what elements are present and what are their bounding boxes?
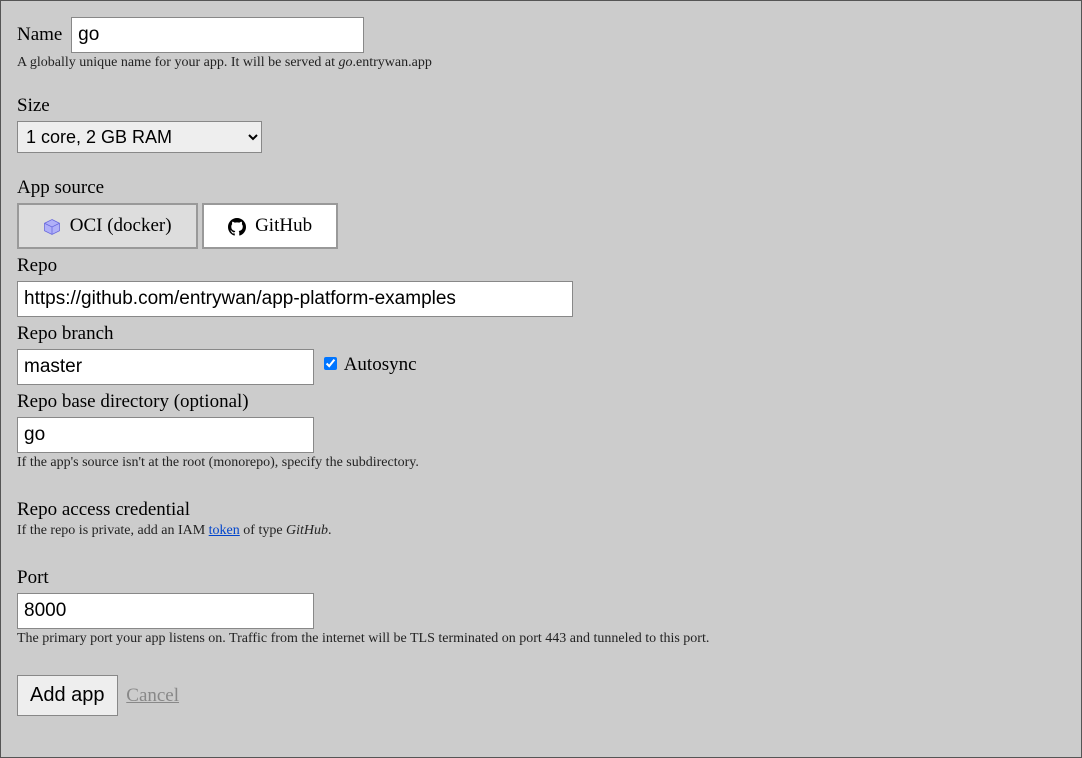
port-input[interactable] [17, 593, 314, 629]
source-oci-button[interactable]: OCI (docker) [17, 203, 198, 249]
port-section: Port The primary port your app listens o… [17, 567, 1065, 647]
basedir-help: If the app's source isn't at the root (m… [17, 455, 1065, 471]
name-help-domain: go [339, 55, 353, 70]
name-section: Name A globally unique name for your app… [17, 17, 1065, 71]
autosync-label: Autosync [344, 354, 417, 375]
actions-section: Add app Cancel [17, 675, 1065, 716]
source-github-label: GitHub [255, 215, 312, 236]
size-label: Size [17, 95, 1065, 117]
autosync-checkbox[interactable] [324, 357, 337, 370]
repo-input[interactable] [17, 281, 573, 317]
credential-help: If the repo is private, add an IAM token… [17, 523, 1065, 539]
port-help: The primary port your app listens on. Tr… [17, 631, 1065, 647]
credential-help-type: GitHub [286, 523, 328, 538]
cancel-link[interactable]: Cancel [126, 685, 179, 706]
source-github-button[interactable]: GitHub [202, 203, 338, 249]
repo-section: Repo [17, 255, 1065, 317]
basedir-input[interactable] [17, 417, 314, 453]
credential-help-suffix: . [328, 523, 332, 538]
source-oci-label: OCI (docker) [70, 215, 172, 236]
name-help-suffix: .entrywan.app [353, 55, 432, 70]
add-app-button[interactable]: Add app [17, 675, 118, 716]
name-label: Name [17, 24, 62, 45]
port-label: Port [17, 567, 1065, 589]
cube-icon [43, 218, 61, 236]
size-section: Size 1 core, 2 GB RAM [17, 95, 1065, 153]
branch-input[interactable] [17, 349, 314, 385]
basedir-label: Repo base directory (optional) [17, 391, 1065, 413]
credential-section: Repo access credential If the repo is pr… [17, 499, 1065, 539]
source-section: App source OCI (docker) GitHub [17, 177, 1065, 249]
branch-section: Repo branch Autosync [17, 323, 1065, 385]
github-icon [228, 218, 246, 236]
name-input[interactable] [71, 17, 364, 53]
credential-help-prefix: If the repo is private, add an IAM [17, 523, 209, 538]
branch-label: Repo branch [17, 323, 1065, 345]
name-help-prefix: A globally unique name for your app. It … [17, 55, 339, 70]
credential-help-mid: of type [240, 523, 286, 538]
repo-label: Repo [17, 255, 1065, 277]
credential-label: Repo access credential [17, 499, 1065, 521]
basedir-section: Repo base directory (optional) If the ap… [17, 391, 1065, 471]
token-link[interactable]: token [209, 523, 240, 538]
source-label: App source [17, 177, 1065, 199]
name-help: A globally unique name for your app. It … [17, 55, 1065, 71]
size-select[interactable]: 1 core, 2 GB RAM [17, 121, 262, 153]
form-container: Name A globally unique name for your app… [0, 0, 1082, 758]
